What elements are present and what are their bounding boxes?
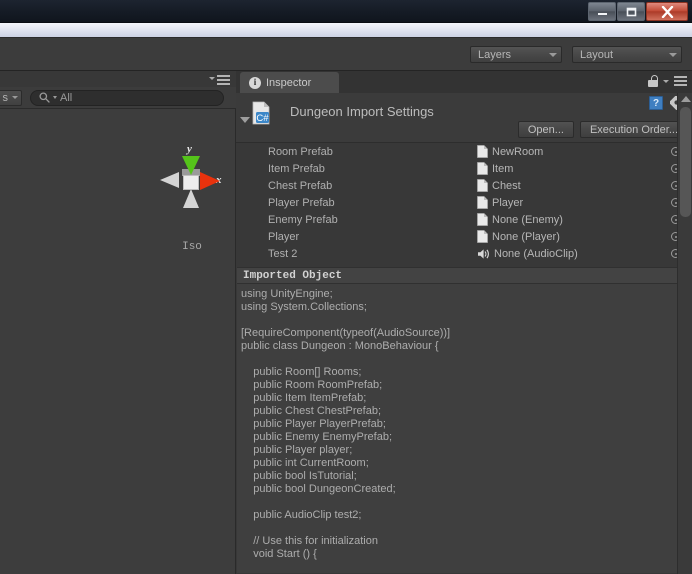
imported-object-header: Imported Object <box>237 267 677 284</box>
property-label: Chest Prefab <box>268 179 333 192</box>
prefab-icon <box>477 162 488 175</box>
property-row: Test 2 None (AudioClip) <box>236 245 692 262</box>
os-title-bar <box>0 0 692 23</box>
lock-icon[interactable] <box>648 75 658 87</box>
tab-inspector[interactable]: i Inspector <box>240 72 339 93</box>
hamburger-menu-icon[interactable] <box>674 76 687 86</box>
property-row: Player Prefab Player <box>236 194 692 211</box>
object-field[interactable]: NewRoom <box>477 144 680 159</box>
left-panel-header <box>0 71 236 87</box>
csharp-script-icon: C# <box>252 101 270 125</box>
object-field-value: Player <box>492 196 524 209</box>
property-list: Room Prefab NewRoom Item Prefab Item Chest P… <box>236 143 692 261</box>
property-label: Enemy Prefab <box>268 213 338 226</box>
inspector-panel: i Inspector C# Dungeon Import Settings ?… <box>236 71 692 574</box>
maximize-button[interactable] <box>617 2 645 21</box>
object-field[interactable]: None (Player) <box>477 229 680 244</box>
unity-toolbar: Layers Layout <box>0 38 692 71</box>
chevron-down-icon <box>663 79 669 83</box>
object-field-value: Item <box>492 162 514 175</box>
filter-type-dropdown[interactable]: s <box>0 89 22 106</box>
layout-dropdown[interactable]: Layout <box>572 46 682 63</box>
scrollbar-thumb[interactable] <box>680 107 691 217</box>
chevron-down-icon <box>669 52 677 57</box>
prefab-icon <box>477 145 488 158</box>
inspector-header: C# Dungeon Import Settings ? Open... Exe… <box>236 93 692 143</box>
gizmo-view-mode-label[interactable]: Iso <box>168 241 216 253</box>
minimize-button[interactable] <box>588 2 616 21</box>
hamburger-menu-icon <box>217 75 230 85</box>
open-button[interactable]: Open... <box>517 121 574 138</box>
object-field-value: None (Player) <box>492 230 560 243</box>
scene-view-area[interactable]: y x Iso <box>0 109 236 574</box>
object-field[interactable]: None (Enemy) <box>477 212 680 227</box>
prefab-icon <box>477 230 488 243</box>
scroll-up-arrow-icon[interactable] <box>681 96 691 102</box>
close-button[interactable] <box>646 2 688 21</box>
foldout-triangle-icon[interactable] <box>240 117 250 123</box>
menu-bar-strip <box>0 23 692 38</box>
property-label: Player <box>268 230 300 243</box>
object-field-value: Chest <box>492 179 521 192</box>
gizmo-y-axis-label: y <box>187 143 192 155</box>
property-row: Room Prefab NewRoom <box>236 143 692 160</box>
property-row: Player None (Player) <box>236 228 692 245</box>
window-controls <box>588 2 688 21</box>
layers-dropdown[interactable]: Layers <box>470 46 562 63</box>
imported-object-code-preview: using UnityEngine; using System.Collecti… <box>237 284 677 573</box>
object-field-value: None (Enemy) <box>492 213 563 226</box>
chevron-down-icon <box>53 96 57 99</box>
gizmo-negative-y-cone-icon[interactable] <box>183 189 199 208</box>
filter-type-label: s <box>2 91 9 104</box>
inspector-header-buttons: Open... Execution Order... <box>517 121 688 138</box>
imported-object-header-label: Imported Object <box>243 269 343 282</box>
inspector-tab-row: i Inspector <box>236 71 692 93</box>
chevron-down-icon <box>549 52 557 57</box>
tab-inspector-label: Inspector <box>266 76 312 89</box>
info-icon: i <box>249 76 261 89</box>
object-field[interactable]: None (AudioClip) <box>477 246 680 261</box>
search-icon <box>39 92 50 103</box>
object-field[interactable]: Player <box>477 195 680 210</box>
gizmo-y-cone-icon[interactable] <box>182 156 200 175</box>
property-label: Player Prefab <box>268 196 335 209</box>
property-label: Test 2 <box>268 247 298 260</box>
object-field-value: None (AudioClip) <box>494 247 578 260</box>
help-icon[interactable] <box>649 96 663 110</box>
property-row: Item Prefab Item <box>236 160 692 177</box>
layers-dropdown-label: Layers <box>478 48 512 61</box>
gizmo-center-cube-icon[interactable] <box>183 175 199 190</box>
chevron-down-icon <box>209 76 215 80</box>
property-row: Chest Prefab Chest <box>236 177 692 194</box>
search-input[interactable]: All <box>60 92 72 104</box>
search-field[interactable]: All <box>30 89 224 106</box>
left-panel: s All y x Iso <box>0 71 236 574</box>
layout-dropdown-label: Layout <box>580 48 614 61</box>
execution-order-button[interactable]: Execution Order... <box>579 121 688 138</box>
property-row: Enemy Prefab None (Enemy) <box>236 211 692 228</box>
inspector-tab-controls <box>648 75 687 87</box>
object-field[interactable]: Chest <box>477 178 680 193</box>
prefab-icon <box>477 196 488 209</box>
prefab-icon <box>477 179 488 192</box>
prefab-icon <box>477 213 488 226</box>
property-label: Room Prefab <box>268 145 333 158</box>
property-label: Item Prefab <box>268 162 325 175</box>
audioclip-icon <box>478 248 489 259</box>
inspector-scrollbar[interactable] <box>677 93 692 574</box>
gizmo-x-cone-icon[interactable] <box>200 172 220 190</box>
object-field[interactable]: Item <box>477 161 680 176</box>
panel-options-menu[interactable] <box>209 75 230 85</box>
svg-text:C#: C# <box>256 113 269 124</box>
gizmo-negative-x-cone-icon[interactable] <box>160 172 179 188</box>
left-panel-toolbar: s All <box>0 87 236 109</box>
page-title: Dungeon Import Settings <box>290 104 434 119</box>
object-field-value: NewRoom <box>492 145 544 158</box>
scene-orientation-gizmo[interactable]: y x <box>160 143 222 217</box>
chevron-down-icon <box>12 96 18 99</box>
unity-editor-window: Layers Layout s All y x Iso i Inspector … <box>0 0 692 574</box>
